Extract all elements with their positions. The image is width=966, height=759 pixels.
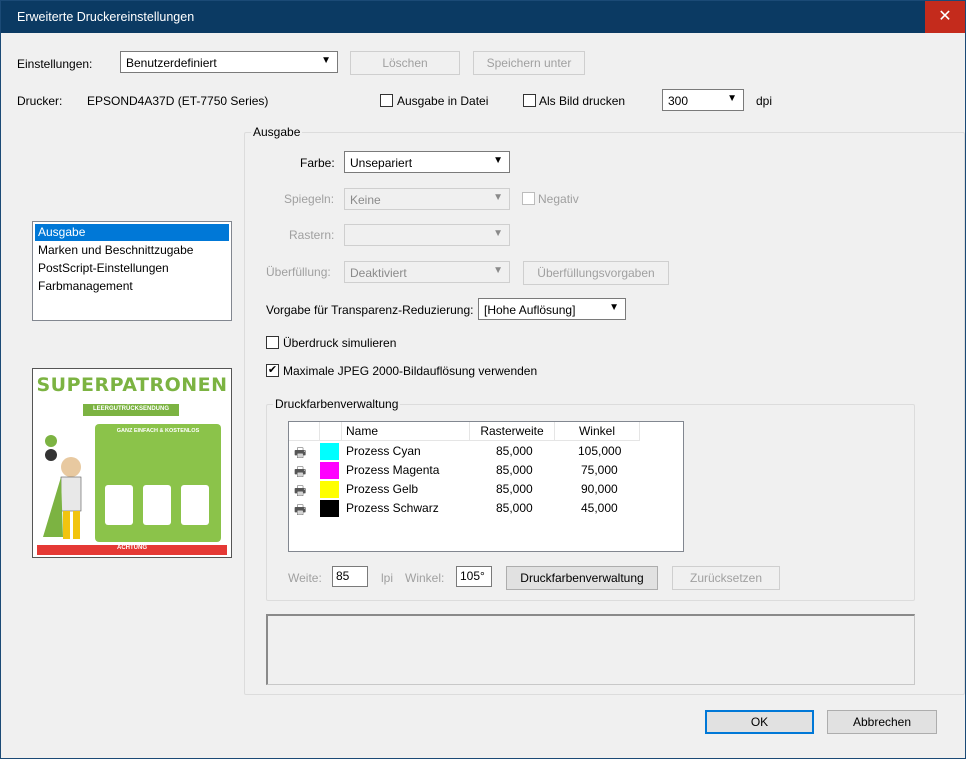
- settings-select-value: Benutzerdefiniert: [126, 56, 217, 70]
- ink-manager-group-label: Druckfarbenverwaltung: [273, 397, 401, 411]
- ink-col-icon-header: [289, 422, 320, 441]
- flattener-label: Vorgabe für Transparenz-Reduzierung:: [266, 303, 474, 317]
- color-select[interactable]: Unsepariert ▼: [344, 151, 510, 173]
- ink-col-name-header[interactable]: Name: [342, 422, 470, 441]
- cancel-button[interactable]: Abbrechen: [827, 710, 937, 734]
- preview-logo-text: SUPERPATRONEN: [36, 374, 228, 396]
- preview-heading: GANZ EINFACH & KOSTENLOS: [116, 428, 200, 434]
- trapping-select-value: Deaktiviert: [350, 266, 407, 280]
- ink-angle: 105,000: [578, 444, 622, 458]
- flattener-select[interactable]: [Hohe Auflösung] ▼: [478, 298, 626, 320]
- ok-button[interactable]: OK: [705, 710, 814, 734]
- ink-row[interactable]: 🖶 Prozess Magenta 85,000 75,000: [289, 461, 679, 480]
- angle-input[interactable]: 105°: [456, 566, 492, 587]
- ink-swatch-yellow: [320, 481, 339, 498]
- printer-name: EPSOND4A37D (ET-7750 Series): [87, 94, 269, 108]
- max-jpeg-label: Maximale JPEG 2000-Bildauflösung verwend…: [283, 364, 538, 378]
- printer-icon: 🖶: [294, 502, 307, 517]
- section-item-color-management[interactable]: Farbmanagement: [35, 278, 229, 295]
- save-as-button[interactable]: Speichern unter: [473, 51, 585, 75]
- ink-angle: 45,000: [581, 501, 618, 515]
- output-group-label: Ausgabe: [251, 125, 303, 139]
- chevron-down-icon: ▼: [727, 93, 737, 104]
- ink-swatch-black: [320, 500, 339, 517]
- dpi-unit: dpi: [756, 94, 773, 108]
- print-settings-dialog: Erweiterte Druckereinstellungen ✕ Einste…: [0, 0, 966, 759]
- frequency-input[interactable]: 85: [332, 566, 368, 587]
- frequency-label: Weite:: [288, 571, 322, 585]
- ink-col-swatch-header: [320, 422, 342, 441]
- ink-col-frequency-header[interactable]: Rasterweite: [470, 422, 555, 441]
- ink-name: Prozess Schwarz: [346, 501, 439, 515]
- ink-angle: 75,000: [581, 463, 618, 477]
- delete-button[interactable]: Löschen: [350, 51, 460, 75]
- simulate-overprint-label: Überdruck simulieren: [283, 336, 397, 350]
- section-item-marks-bleed[interactable]: Marken und Beschnittzugabe: [35, 242, 229, 259]
- dpi-select[interactable]: 300 ▼: [662, 89, 744, 111]
- screen-label: Rastern:: [289, 228, 335, 242]
- color-label: Farbe:: [300, 156, 335, 170]
- chevron-down-icon: ▼: [321, 55, 331, 66]
- print-as-image-checkbox[interactable]: [523, 94, 536, 107]
- screen-select[interactable]: ▼: [344, 224, 510, 246]
- ink-row[interactable]: 🖶 Prozess Schwarz 85,000 45,000: [289, 499, 679, 518]
- mirror-select[interactable]: Keine ▼: [344, 188, 510, 210]
- trapping-presets-button[interactable]: Überfüllungsvorgaben: [523, 261, 669, 285]
- color-select-value: Unsepariert: [350, 156, 413, 170]
- negative-label: Negativ: [538, 192, 579, 206]
- frequency-unit: lpi: [381, 571, 394, 585]
- reset-button[interactable]: Zurücksetzen: [672, 566, 780, 590]
- preview-footer: ACHTUNG: [117, 545, 147, 551]
- flattener-select-value: [Hohe Auflösung]: [484, 303, 576, 317]
- settings-label: Einstellungen:: [17, 57, 93, 71]
- ink-list[interactable]: Name Rasterweite Winkel 🖶 Prozess Cyan 8…: [288, 421, 684, 552]
- description-panel: [266, 614, 915, 685]
- ink-row[interactable]: 🖶 Prozess Cyan 85,000 105,000: [289, 442, 679, 461]
- output-to-file-checkbox[interactable]: [380, 94, 393, 107]
- chevron-down-icon: ▼: [493, 265, 503, 276]
- window-title: Erweiterte Druckereinstellungen: [17, 10, 195, 24]
- negative-checkbox[interactable]: [522, 192, 535, 205]
- ink-name: Prozess Gelb: [346, 482, 419, 496]
- ink-swatch-magenta: [320, 462, 339, 479]
- chevron-down-icon: ▼: [493, 155, 503, 166]
- mirror-label: Spiegeln:: [284, 192, 335, 206]
- chevron-down-icon: ▼: [493, 192, 503, 203]
- ink-col-angle-header[interactable]: Winkel: [555, 422, 640, 441]
- page-preview: SUPERPATRONEN LEERGUTRÜCKSENDUNG GANZ EI…: [32, 368, 232, 558]
- ink-row[interactable]: 🖶 Prozess Gelb 85,000 90,000: [289, 480, 679, 499]
- trapping-label: Überfüllung:: [266, 265, 331, 279]
- ink-frequency: 85,000: [496, 501, 533, 515]
- section-item-output[interactable]: Ausgabe: [35, 224, 229, 241]
- settings-select[interactable]: Benutzerdefiniert ▼: [120, 51, 338, 73]
- ink-name: Prozess Magenta: [346, 463, 440, 477]
- ink-frequency: 85,000: [496, 482, 533, 496]
- ink-swatch-cyan: [320, 443, 339, 460]
- close-button[interactable]: ✕: [925, 1, 965, 33]
- title-bar: Erweiterte Druckereinstellungen ✕: [1, 1, 965, 33]
- printer-label: Drucker:: [17, 94, 63, 108]
- print-as-image-label: Als Bild drucken: [539, 94, 626, 108]
- chevron-down-icon: ▼: [609, 302, 619, 313]
- checkmark-icon: ✔: [267, 364, 278, 376]
- simulate-overprint-checkbox[interactable]: [266, 336, 279, 349]
- angle-label: Winkel:: [405, 571, 445, 585]
- trapping-select[interactable]: Deaktiviert ▼: [344, 261, 510, 283]
- preview-illustration: [33, 369, 231, 557]
- section-list[interactable]: Ausgabe Marken und Beschnittzugabe PostS…: [32, 221, 232, 321]
- ink-frequency: 85,000: [496, 463, 533, 477]
- ink-manager-button[interactable]: Druckfarbenverwaltung: [506, 566, 658, 590]
- preview-subtitle: LEERGUTRÜCKSENDUNG: [92, 406, 169, 412]
- ink-name: Prozess Cyan: [346, 444, 421, 458]
- ink-frequency: 85,000: [496, 444, 533, 458]
- chevron-down-icon: ▼: [493, 228, 503, 239]
- ink-angle: 90,000: [581, 482, 618, 496]
- dpi-select-value: 300: [668, 94, 689, 108]
- section-item-postscript[interactable]: PostScript-Einstellungen: [35, 260, 229, 277]
- max-jpeg-checkbox[interactable]: ✔: [266, 364, 279, 377]
- mirror-select-value: Keine: [350, 193, 381, 207]
- output-to-file-label: Ausgabe in Datei: [397, 94, 489, 108]
